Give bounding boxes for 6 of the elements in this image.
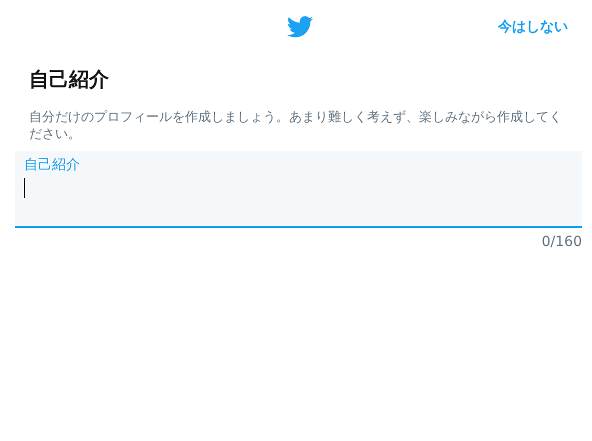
skip-button[interactable]: 今はしない xyxy=(498,16,568,38)
bio-field[interactable]: 自己紹介 xyxy=(15,151,582,228)
character-counter: 0/160 xyxy=(542,234,582,250)
page-title: 自己紹介 xyxy=(29,66,110,93)
bird-icon xyxy=(286,16,312,38)
description-text: 自分だけのプロフィールを作成しましょう。あまり難しく考えず、楽しみながら作成してください。 xyxy=(29,109,563,143)
